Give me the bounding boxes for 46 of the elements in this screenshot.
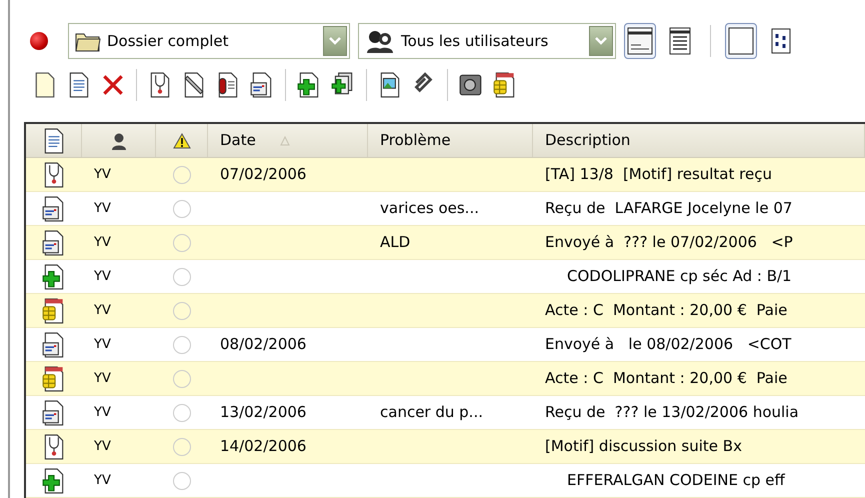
table-cell: Acte : C Montant : 20,00 € Paie xyxy=(533,362,865,396)
column-header[interactable]: Description xyxy=(533,124,865,157)
table-cell: YV xyxy=(82,226,156,260)
column-title: Description xyxy=(545,130,630,152)
dropdown-value: Tous les utilisateurs xyxy=(401,30,548,52)
alert-radio[interactable] xyxy=(173,268,191,286)
columns-view-icon xyxy=(771,28,791,54)
table-cell: ALD xyxy=(368,226,533,260)
safe-icon xyxy=(458,72,484,98)
dropdown-value: Dossier complet xyxy=(107,30,229,52)
alert-radio[interactable] xyxy=(173,200,191,218)
window-view-icon xyxy=(627,27,653,55)
list-view-icon xyxy=(669,27,691,55)
alert-radio[interactable] xyxy=(173,302,191,320)
alert-radio[interactable] xyxy=(173,404,191,422)
table-cell: YV xyxy=(82,158,156,192)
column-title: Date xyxy=(220,130,256,152)
table-cell: YV xyxy=(82,464,156,498)
table-cell: 14/02/2006 xyxy=(208,430,368,464)
column-title: Problème xyxy=(380,130,451,152)
alert-radio[interactable] xyxy=(173,166,191,184)
blank-view-icon xyxy=(728,27,754,55)
alert-radio[interactable] xyxy=(173,234,191,252)
table-cell: YV xyxy=(82,430,156,464)
people-icon xyxy=(365,29,395,53)
alert-radio[interactable] xyxy=(173,370,191,388)
dropdown-field[interactable]: Dossier complet xyxy=(68,23,350,59)
table-cell: YV xyxy=(82,362,156,396)
table-cell: Acte : C Montant : 20,00 € Paie xyxy=(533,294,865,328)
column-header[interactable]: Date xyxy=(208,124,368,157)
table-cell: [Motif] discussion suite Bx xyxy=(533,430,865,464)
person-icon xyxy=(110,132,126,150)
table-cell: YV xyxy=(82,294,156,328)
view-toggle-button[interactable] xyxy=(725,23,757,59)
table-cell: Envoyé à ??? le 07/02/2006 <P xyxy=(533,226,865,260)
warning-icon xyxy=(172,132,190,148)
alert-radio[interactable] xyxy=(173,438,191,456)
view-toggle-button[interactable] xyxy=(624,23,656,59)
alert-radio[interactable] xyxy=(173,472,191,490)
dropdown-field[interactable]: Tous les utilisateurs xyxy=(358,23,616,59)
column-header[interactable]: Problème xyxy=(368,124,533,157)
table-cell: EFFERALGAN CODEINE cp eff xyxy=(533,464,865,498)
table-cell: [TA] 13/8 [Motif] resultat reçu xyxy=(533,158,865,192)
table-cell: 07/02/2006 xyxy=(208,158,368,192)
sort-icon xyxy=(280,136,290,146)
alert-radio[interactable] xyxy=(173,336,191,354)
